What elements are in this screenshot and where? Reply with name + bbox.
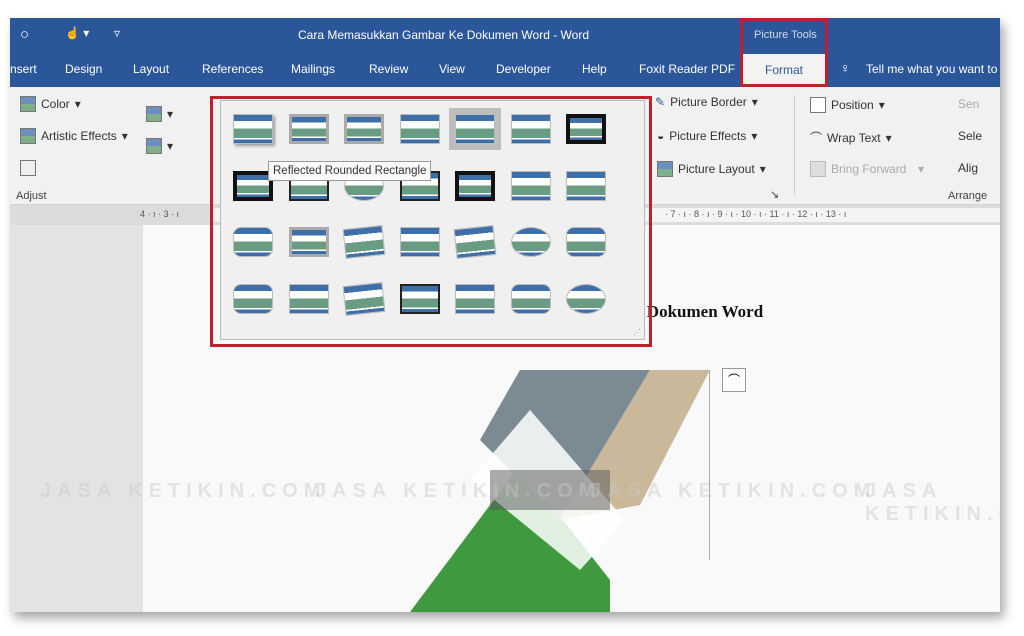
tooltip: Reflected Rounded Rectangle: [268, 161, 432, 181]
bring-forward-icon: [810, 161, 826, 177]
gallery-highlight: [210, 96, 652, 347]
artistic-effects-icon: [20, 128, 36, 144]
adjust-group-label: Adjust: [16, 190, 47, 202]
tab-view[interactable]: View: [439, 62, 465, 76]
send-label: Sen: [958, 97, 980, 111]
ruler-left-ticks: 4 · ı · 3 · ı: [140, 209, 180, 219]
bring-forward-label: Bring Forward: [831, 162, 907, 176]
tab-mailings[interactable]: Mailings: [291, 62, 335, 76]
effects-icon: ◒: [657, 129, 665, 143]
divider: [794, 95, 795, 195]
dialog-launcher-icon[interactable]: ↘: [770, 188, 779, 201]
bring-forward-button[interactable]: Bring Forward ▾: [810, 161, 924, 177]
pen-icon: ✎: [655, 95, 666, 109]
tab-layout[interactable]: Layout: [133, 62, 169, 76]
compress-pictures-button[interactable]: ▾: [146, 106, 173, 122]
picture-border-button[interactable]: ✎ Picture Border ▾: [655, 95, 758, 109]
compress-icon: [146, 106, 162, 122]
wrap-text-label: Wrap Text: [827, 130, 881, 145]
tab-design[interactable]: Design: [65, 62, 102, 76]
window-title: Cara Memasukkan Gambar Ke Dokumen Word -…: [298, 28, 589, 42]
ruler-right-ticks: · 7 · ı · 8 · ı · 9 · ı · 10 · ı · 11 · …: [665, 209, 847, 219]
color-icon: [20, 96, 36, 112]
tell-me-box[interactable]: Tell me what you want to: [866, 62, 997, 76]
picture-border-label: Picture Border: [670, 95, 747, 109]
touch-mode-icon[interactable]: ☝ ▾: [65, 26, 89, 40]
align-label: Alig: [958, 161, 979, 175]
position-label: Position: [831, 98, 874, 112]
color-button[interactable]: Color ▾: [20, 96, 81, 112]
reset-icon: [146, 138, 162, 154]
picture-effects-label: Picture Effects: [669, 129, 747, 143]
tab-review[interactable]: Review: [369, 62, 408, 76]
select-label: Sele: [958, 129, 983, 143]
transparency-button[interactable]: [20, 160, 36, 176]
reset-picture-button[interactable]: ▾: [146, 138, 173, 154]
arrange-group-label: Arrange: [948, 190, 988, 202]
tab-developer[interactable]: Developer: [496, 62, 551, 76]
ribbon-tabs: nsert Design Layout References Mailings …: [10, 52, 1000, 87]
word-window: ○ ☝ ▾ ▿ Cara Memasukkan Gambar Ke Dokume…: [10, 18, 1000, 612]
tab-references[interactable]: References: [202, 62, 263, 76]
tab-insert[interactable]: nsert: [10, 62, 37, 76]
title-bar: ○ ☝ ▾ ▿ Cara Memasukkan Gambar Ke Dokume…: [10, 18, 1000, 52]
picture-tools-highlight: [740, 18, 828, 87]
crop-icon: [20, 160, 36, 176]
wrap-text-icon: ⌒: [810, 131, 823, 145]
lightbulb-icon: ♀: [840, 60, 851, 76]
picture-edge: [709, 370, 710, 560]
align-button[interactable]: Alig: [958, 161, 978, 175]
color-label: Color: [41, 97, 70, 111]
send-backward-button[interactable]: Sen: [958, 97, 979, 111]
position-button[interactable]: Position ▾: [810, 97, 885, 113]
artistic-effects-button[interactable]: Artistic Effects ▾: [20, 128, 128, 144]
picture-layout-label: Picture Layout: [678, 162, 755, 176]
layout-icon: [657, 161, 673, 177]
circle-icon[interactable]: ○: [20, 26, 29, 43]
document-heading: e Dokumen Word: [635, 302, 764, 321]
inserted-picture[interactable]: [410, 370, 710, 612]
position-icon: [810, 97, 826, 113]
layout-options-icon[interactable]: ⌒: [722, 368, 746, 392]
artistic-label: Artistic Effects: [41, 129, 117, 143]
picture-graphic: [410, 370, 710, 612]
wrap-text-button[interactable]: ⌒ Wrap Text ▾: [810, 129, 892, 146]
picture-layout-button[interactable]: Picture Layout ▾: [657, 161, 766, 177]
selection-pane-button[interactable]: Sele: [958, 129, 982, 143]
customize-qat-icon[interactable]: ▿: [114, 26, 120, 40]
tab-help[interactable]: Help: [582, 62, 607, 76]
tab-foxit[interactable]: Foxit Reader PDF: [639, 62, 735, 76]
picture-effects-button[interactable]: ◒ Picture Effects ▾: [657, 129, 757, 143]
